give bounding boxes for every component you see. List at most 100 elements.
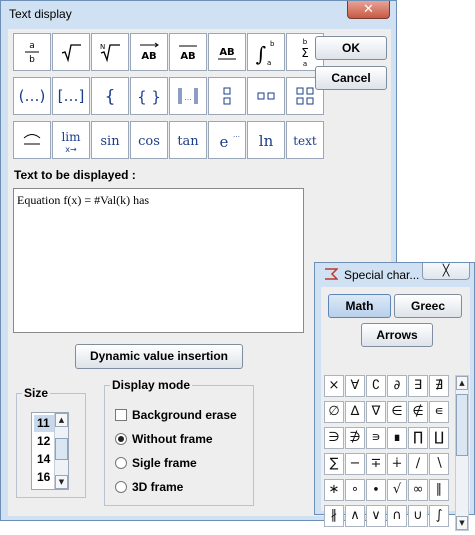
cancel-button[interactable]: Cancel xyxy=(315,66,387,90)
size-item[interactable]: 11 xyxy=(34,415,54,432)
text-icon[interactable]: text xyxy=(286,121,324,159)
svg-text:…: … xyxy=(233,131,240,139)
svg-text:{ }: { } xyxy=(137,88,161,106)
single-frame-radio[interactable] xyxy=(115,457,127,469)
tab-arrows[interactable]: Arrows xyxy=(361,323,433,347)
char-cell[interactable]: ∇ xyxy=(366,401,386,423)
cos-icon-text: cos xyxy=(138,134,160,149)
special-chars-close-button[interactable]: ╳ xyxy=(422,263,470,280)
column-matrix-icon[interactable] xyxy=(208,77,246,115)
size-item[interactable]: 16 xyxy=(34,469,54,486)
size-group-title: Size xyxy=(22,386,51,400)
parentheses-icon[interactable]: (…) xyxy=(13,77,51,115)
text-label: Text to be displayed : xyxy=(14,168,136,182)
tan-icon-text: tan xyxy=(177,134,199,149)
char-cell[interactable]: − xyxy=(345,453,365,475)
exponential-icon[interactable]: e… xyxy=(208,121,246,159)
tab-math[interactable]: Math xyxy=(328,294,391,318)
char-cell[interactable]: ∑ xyxy=(324,453,344,475)
char-cell[interactable]: ∕ xyxy=(408,453,428,475)
sin-icon[interactable]: sin xyxy=(91,121,129,159)
ln-icon[interactable]: ln xyxy=(247,121,285,159)
tab-greec[interactable]: Greec xyxy=(394,294,462,318)
char-cell[interactable]: ∧ xyxy=(345,505,365,527)
brackets-icon[interactable]: […] xyxy=(52,77,90,115)
char-cell[interactable]: ∅ xyxy=(324,401,344,423)
char-cell[interactable]: ∐ xyxy=(429,427,449,449)
3d-frame-label: 3D frame xyxy=(132,480,184,494)
square-root-icon[interactable] xyxy=(52,33,90,71)
char-cell[interactable]: ∄ xyxy=(429,375,449,397)
size-item[interactable]: 12 xyxy=(34,433,54,450)
svg-text:AB: AB xyxy=(180,51,195,62)
char-cell[interactable]: ∉ xyxy=(408,401,428,423)
text-input[interactable]: Equation f(x) = #Val(k) has xyxy=(13,188,304,333)
braces-icon[interactable]: { } xyxy=(130,77,168,115)
char-cell[interactable]: ∂ xyxy=(387,375,407,397)
char-cell[interactable]: ∥ xyxy=(429,479,449,501)
char-cell[interactable]: ∨ xyxy=(366,505,386,527)
exponential-icon-text: e xyxy=(220,133,229,151)
scroll-up-icon[interactable]: ▲ xyxy=(55,413,68,427)
cos-icon[interactable]: cos xyxy=(130,121,168,159)
scroll-down-icon[interactable]: ▼ xyxy=(55,475,68,489)
char-cell[interactable]: ∦ xyxy=(324,505,344,527)
char-cell[interactable]: ∔ xyxy=(387,453,407,475)
hat-icon[interactable] xyxy=(13,121,51,159)
row-matrix-icon[interactable] xyxy=(247,77,285,115)
size-item[interactable]: 14 xyxy=(34,451,54,468)
char-cell[interactable]: ∞ xyxy=(408,479,428,501)
scroll-down-icon[interactable]: ▼ xyxy=(456,516,468,530)
char-cell[interactable]: ∊ xyxy=(429,401,449,423)
char-cell[interactable]: ∌ xyxy=(345,427,365,449)
dynamic-value-insertion-button[interactable]: Dynamic value insertion xyxy=(75,344,243,369)
char-cell[interactable]: ∋ xyxy=(324,427,344,449)
char-cell[interactable]: ∗ xyxy=(324,479,344,501)
char-cell[interactable]: ∓ xyxy=(366,453,386,475)
ok-button[interactable]: OK xyxy=(315,36,387,60)
char-cell[interactable]: ∁ xyxy=(366,375,386,397)
left-brace-icon[interactable]: { xyxy=(91,77,129,115)
fraction-icon[interactable]: ab xyxy=(13,33,51,71)
char-cell[interactable]: × xyxy=(324,375,344,397)
char-grid-scrollbar[interactable]: ▲ ▼ xyxy=(455,375,469,531)
underline-icon[interactable]: AB xyxy=(208,33,246,71)
without-frame-radio[interactable] xyxy=(115,433,127,445)
special-chars-title: Special char... xyxy=(344,268,420,282)
overline-icon[interactable]: AB xyxy=(169,33,207,71)
char-cell[interactable]: √ xyxy=(387,479,407,501)
integral-icon[interactable]: ∫ b a xyxy=(247,33,285,71)
size-scrollbar[interactable]: ▲ ▼ xyxy=(54,413,68,489)
dialog-title: Text display xyxy=(9,7,72,21)
size-list[interactable]: 11 12 14 16 ▲ ▼ xyxy=(31,412,69,490)
char-cell[interactable]: ∫ xyxy=(429,505,449,527)
char-cell[interactable]: ∖ xyxy=(429,453,449,475)
scroll-thumb[interactable] xyxy=(456,394,468,456)
background-erase-checkbox[interactable] xyxy=(115,409,127,421)
norm-icon[interactable]: … xyxy=(169,77,207,115)
char-cell[interactable]: ∈ xyxy=(387,401,407,423)
svg-text:a: a xyxy=(303,60,307,68)
close-button[interactable]: ✕ xyxy=(347,1,390,19)
background-erase-label: Background erase xyxy=(132,408,237,422)
3d-frame-radio[interactable] xyxy=(115,481,127,493)
scroll-thumb[interactable] xyxy=(55,438,68,460)
char-cell[interactable]: ∎ xyxy=(387,427,407,449)
char-cell[interactable]: ∍ xyxy=(366,427,386,449)
special-chars-body: Math Greec Arrows × ∀ ∁ ∂ ∃ ∄ ∅ ∆ ∇ ∈ ∉ … xyxy=(321,287,470,531)
nth-root-icon[interactable]: N xyxy=(91,33,129,71)
char-cell[interactable]: ∪ xyxy=(408,505,428,527)
char-cell[interactable]: ∘ xyxy=(345,479,365,501)
limit-icon[interactable]: lim x→ xyxy=(52,121,90,159)
char-cell[interactable]: ∀ xyxy=(345,375,365,397)
vector-icon[interactable]: AB xyxy=(130,33,168,71)
ln-icon-text: ln xyxy=(259,132,274,150)
scroll-up-icon[interactable]: ▲ xyxy=(456,376,468,390)
char-cell[interactable]: ∆ xyxy=(345,401,365,423)
char-cell[interactable]: ∙ xyxy=(366,479,386,501)
char-cell[interactable]: ∏ xyxy=(408,427,428,449)
display-mode-title: Display mode xyxy=(110,378,193,392)
tan-icon[interactable]: tan xyxy=(169,121,207,159)
char-cell[interactable]: ∩ xyxy=(387,505,407,527)
char-cell[interactable]: ∃ xyxy=(408,375,428,397)
